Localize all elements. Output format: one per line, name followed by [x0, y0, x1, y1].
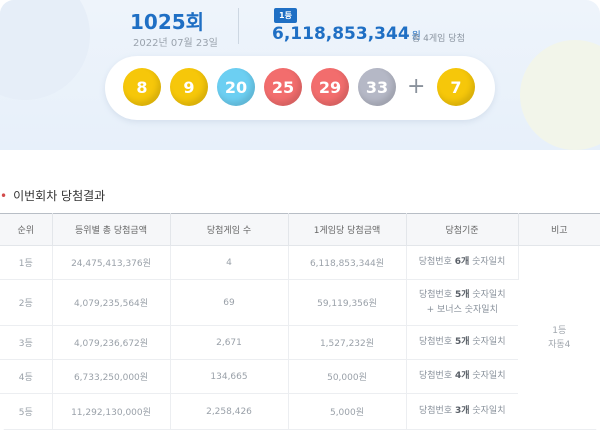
bullet-icon: • — [0, 188, 8, 203]
winning-ball-6: 33 — [358, 68, 396, 106]
winners-cell: 2,258,426 — [170, 393, 289, 430]
results-table: 순위 등위별 총 당첨금액 당첨게임 수 1게임당 당첨금액 당첨기준 비고 1… — [0, 213, 600, 430]
total-prize-cell: 11,292,130,000원 — [52, 393, 171, 430]
per-game-prize-cell: 1,527,232원 — [288, 325, 407, 360]
criteria-text: 숫자일치 — [469, 337, 506, 347]
decorative-circle — [0, 0, 90, 100]
draw-summary-banner: 1025회 2022년 07월 23일 1등 6,118,853,344 원 총 … — [0, 0, 600, 150]
table-row: 3등 4,079,236,672원 2,671 1,527,232원 당첨번호 … — [0, 325, 600, 360]
winning-ball-1: 8 — [123, 68, 161, 106]
section-title: 이번회차 당첨결과 — [13, 189, 106, 203]
winners-cell: 4 — [170, 245, 289, 280]
criteria-text: 숫자일치 — [469, 257, 506, 267]
rank-cell: 4등 — [0, 359, 53, 394]
criteria-count: 6개 — [454, 257, 470, 267]
winning-ball-3: 20 — [217, 68, 255, 106]
note-method: 자동4 — [548, 339, 571, 350]
winning-ball-2: 9 — [170, 68, 208, 106]
criteria-count: 5개 — [454, 289, 470, 300]
column-header: 비고 — [518, 213, 600, 246]
criteria-text: 숫자일치 — [469, 406, 506, 416]
lotto-result-page: 1025회 2022년 07월 23일 1등 6,118,853,344 원 총 … — [0, 0, 600, 434]
winning-ball-5: 29 — [311, 68, 349, 106]
criteria-cell: 당첨번호 6개 숫자일치 — [406, 245, 519, 280]
winners-cell: 69 — [170, 279, 289, 326]
criteria-bonus-text: + 보너스 숫자일치 — [426, 304, 498, 315]
total-prize-cell: 4,079,236,672원 — [52, 325, 171, 360]
criteria-text: 당첨번호 — [418, 289, 455, 300]
plus-sign: + — [407, 74, 426, 99]
column-header: 당첨게임 수 — [170, 213, 289, 246]
total-prize-cell: 24,475,413,376원 — [52, 245, 171, 280]
winners-cell: 134,665 — [170, 359, 289, 394]
decorative-circle — [520, 40, 600, 150]
first-prize-amount: 6,118,853,344 원 — [272, 24, 421, 44]
per-game-prize-cell: 6,118,853,344원 — [288, 245, 407, 280]
note-cell: 1등 자동4 — [518, 245, 600, 430]
section-heading: • 이번회차 당첨결과 — [0, 187, 105, 204]
rank-cell: 1등 — [0, 245, 53, 280]
per-game-prize-cell: 50,000원 — [288, 359, 407, 394]
criteria-cell: 당첨번호 3개 숫자일치 — [406, 393, 518, 430]
prize-amount-value: 6,118,853,344 — [272, 24, 410, 44]
criteria-count: 4개 — [454, 371, 470, 381]
table-row: 4등 6,733,250,000원 134,665 50,000원 당첨번호 4… — [0, 359, 600, 394]
bonus-ball: 7 — [437, 68, 475, 106]
criteria-text: 당첨번호 — [418, 371, 455, 381]
rank-badge: 1등 — [274, 8, 297, 23]
rank-cell: 5등 — [0, 393, 53, 430]
winner-count-note: 총 4게임 당첨 — [412, 34, 465, 44]
winning-ball-4: 25 — [264, 68, 302, 106]
criteria-cell: 당첨번호 4개 숫자일치 — [406, 359, 518, 394]
table-row: 5등 11,292,130,000원 2,258,426 5,000원 당첨번호… — [0, 393, 600, 430]
criteria-count: 5개 — [454, 337, 470, 347]
criteria-text: 숫자일치 — [469, 289, 506, 300]
criteria-cell: 당첨번호 5개 숫자일치 — [406, 325, 518, 360]
criteria-cell: 당첨번호 5개 숫자일치 + 보너스 숫자일치 — [406, 279, 518, 326]
column-header: 순위 — [0, 213, 53, 246]
column-header: 1게임당 당첨금액 — [288, 213, 407, 246]
criteria-text: 당첨번호 — [418, 337, 455, 347]
total-prize-cell: 4,079,235,564원 — [52, 279, 171, 326]
winners-cell: 2,671 — [170, 325, 289, 360]
per-game-prize-cell: 5,000원 — [288, 393, 407, 430]
winning-numbers-panel: 8 9 20 25 29 33 + 7 — [105, 56, 495, 120]
total-prize-cell: 6,733,250,000원 — [52, 359, 171, 394]
rank-cell: 3등 — [0, 325, 53, 360]
criteria-text: 당첨번호 — [418, 257, 455, 267]
criteria-text: 숫자일치 — [469, 371, 506, 381]
table-row: 1등 24,475,413,376원 4 6,118,853,344원 당첨번호… — [0, 245, 600, 430]
divider — [238, 8, 239, 44]
table-header-row: 순위 등위별 총 당첨금액 당첨게임 수 1게임당 당첨금액 당첨기준 비고 — [0, 213, 600, 246]
note-rank: 1등 — [552, 325, 567, 336]
criteria-count: 3개 — [454, 406, 470, 416]
rank-cell: 2등 — [0, 279, 53, 326]
criteria-text: 당첨번호 — [418, 406, 455, 416]
column-header: 등위별 총 당첨금액 — [52, 213, 171, 246]
round-number: 1025회 — [130, 10, 205, 34]
draw-date: 2022년 07월 23일 — [133, 38, 218, 49]
table-row: 2등 4,079,235,564원 69 59,119,356원 당첨번호 5개… — [0, 279, 600, 326]
column-header: 당첨기준 — [406, 213, 519, 246]
per-game-prize-cell: 59,119,356원 — [288, 279, 407, 326]
